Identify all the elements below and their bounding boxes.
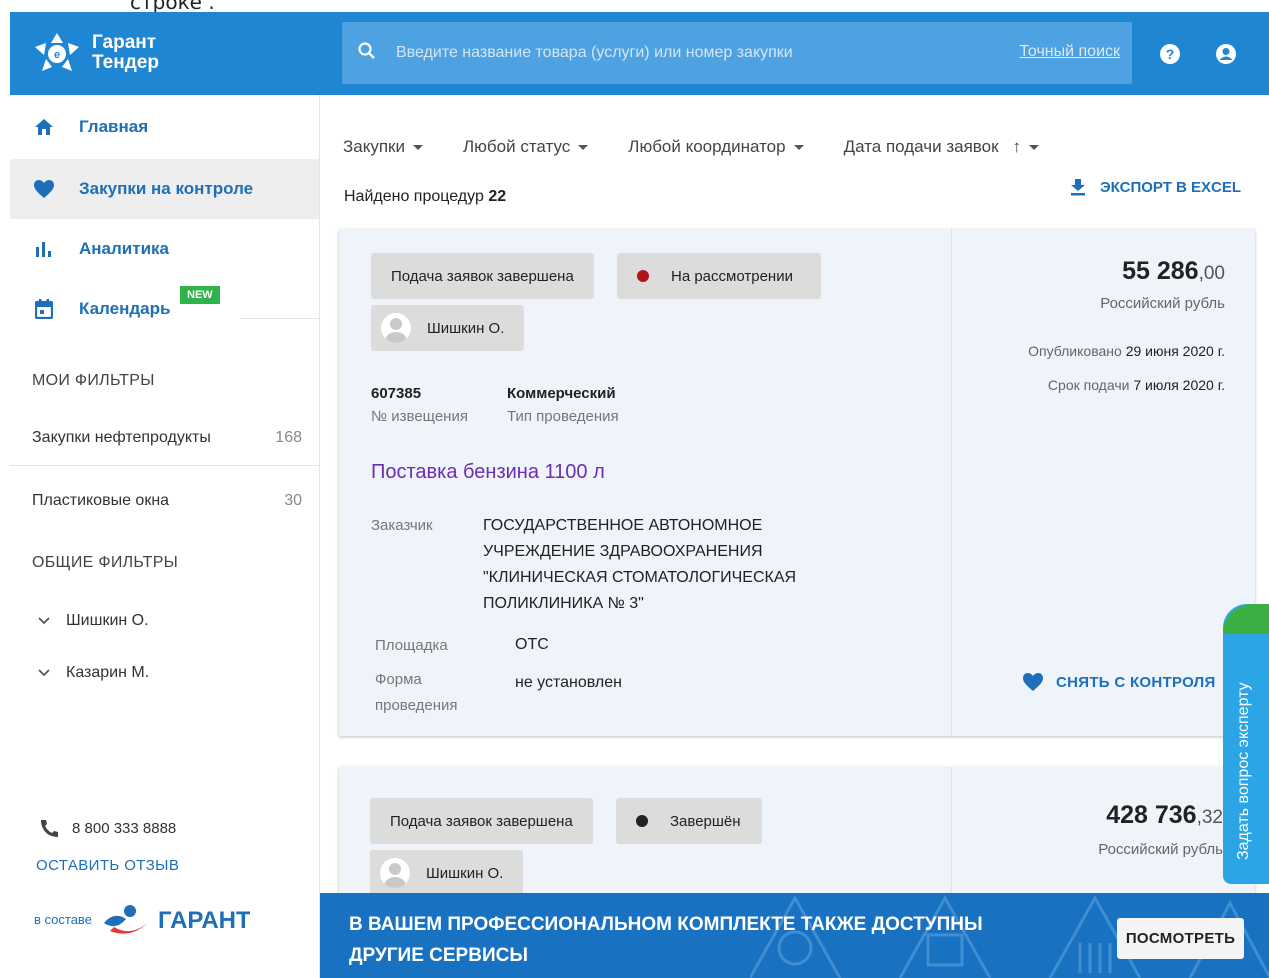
published-date: Опубликовано 29 июня 2020 г. (1028, 343, 1225, 359)
deadline-date: Срок подачи 7 июля 2020 г. (1047, 377, 1225, 393)
svg-text:e: e (54, 49, 60, 61)
filter-item[interactable]: Пластиковые окна 30 (32, 492, 302, 510)
sidebar: Главная Закупки на контроле Аналитика Ка… (10, 95, 320, 978)
filter-count: 168 (275, 429, 302, 446)
person-name: Шишкин О. (66, 612, 149, 629)
common-filter-person[interactable]: Казарин М. (38, 664, 149, 682)
status-dot-icon (637, 270, 649, 282)
form-label: Форма проведения (375, 671, 458, 714)
chevron-down-icon (38, 664, 50, 682)
garant-brand[interactable]: в составе ГАРАНТ (34, 901, 250, 937)
caret-down-icon (578, 144, 589, 150)
card-summary: 55 286,00 Российский рубль Опубликовано … (951, 229, 1255, 736)
filter-count: 30 (284, 492, 302, 509)
status-chip: Подача заявок завершена (370, 798, 593, 844)
ask-expert-tab[interactable]: Задать вопрос эксперту (1223, 604, 1269, 884)
top-header: e Гарант Тендер Точный поиск ? (10, 12, 1269, 95)
logo-mark-icon: e (32, 31, 82, 75)
chevron-down-icon (38, 612, 50, 630)
new-badge: NEW (180, 286, 220, 304)
state-chip: На рассмотрении (617, 253, 821, 299)
common-filters-title: ОБЩИЕ ФИЛЬТРЫ (32, 554, 179, 571)
notice-number: 607385 № извещения (371, 385, 468, 425)
analytics-icon (32, 237, 56, 261)
platform-label: Площадка (375, 637, 448, 654)
common-filter-person[interactable]: Шишкин О. (38, 612, 149, 630)
search-bar: Точный поиск (342, 22, 1132, 84)
account-icon[interactable] (1215, 43, 1237, 70)
currency: Российский рубль (1100, 295, 1225, 312)
procurement-title-link[interactable]: Поставка бензина 1100 л (371, 461, 605, 484)
support-phone: 8 800 333 8888 (38, 818, 176, 838)
divider (240, 318, 320, 319)
garant-logo-icon: ГАРАНТ (103, 905, 250, 934)
view-services-button[interactable]: ПОСМОТРЕТЬ (1117, 918, 1244, 959)
divider (10, 465, 320, 466)
garant-name: ГАРАНТ (158, 907, 250, 934)
sidebar-item-calendar[interactable]: Календарь NEW (10, 279, 319, 339)
garant-prefix: в составе (34, 911, 92, 927)
form-value: не установлен (515, 674, 622, 691)
customer-name: ГОСУДАРСТВЕННОЕ АВТОНОМНОЕ УЧРЕЖДЕНИЕ ЗД… (483, 517, 797, 612)
caret-down-icon (413, 144, 423, 150)
customer-label: Заказчик (371, 517, 433, 534)
export-excel-button[interactable]: ЭКСПОРТ В EXCEL (1070, 178, 1241, 196)
sidebar-item-watchlist[interactable]: Закупки на контроле (10, 159, 319, 219)
procurement-card[interactable]: Подача заявок завершена На рассмотрении … (339, 229, 1255, 736)
filter-item[interactable]: Закупки нефтепродукты 168 (32, 429, 302, 447)
assignee-chip[interactable]: Шишкин О. (370, 850, 524, 896)
leave-feedback-link[interactable]: ОСТАВИТЬ ОТЗЫВ (36, 857, 179, 874)
filter-purchases-dropdown[interactable]: Закупки (343, 137, 423, 157)
price: 428 736,32 (1106, 801, 1223, 829)
home-icon (32, 115, 56, 139)
heart-icon (32, 177, 56, 201)
heart-icon (1023, 673, 1043, 691)
search-icon[interactable] (358, 42, 376, 65)
filter-label: Пластиковые окна (32, 492, 170, 509)
caret-down-icon (793, 144, 804, 150)
caret-down-icon (1029, 144, 1040, 150)
status-dot-icon (636, 815, 648, 827)
sidebar-item-label: Главная (79, 117, 149, 136)
remove-from-watch-button[interactable]: СНЯТЬ С КОНТРОЛЯ (1022, 672, 1216, 692)
assignee-chip[interactable]: Шишкин О. (371, 305, 525, 351)
sidebar-item-analytics[interactable]: Аналитика (10, 219, 319, 279)
avatar (380, 858, 410, 888)
ask-expert-label: Задать вопрос эксперту (1235, 682, 1252, 860)
avatar (381, 313, 411, 343)
platform-value: OTC (515, 636, 549, 653)
filter-coordinator-dropdown[interactable]: Любой координатор (628, 137, 804, 157)
sidebar-item-label: Аналитика (79, 239, 169, 258)
state-chip: Завершён (616, 798, 762, 844)
exact-search-link[interactable]: Точный поиск (1019, 43, 1120, 61)
arrow-up-icon: ↑ (1012, 137, 1022, 156)
search-input[interactable] (396, 36, 976, 70)
download-icon (1071, 179, 1085, 196)
status-chip: Подача заявок завершена (371, 253, 594, 299)
sidebar-item-label: Календарь (79, 299, 171, 318)
phone-icon (41, 820, 58, 837)
results-count: Найдено процедур 22 (344, 188, 507, 205)
calendar-icon (32, 297, 56, 321)
filters-bar: Закупки Любой статус Любой координатор Д… (343, 137, 1079, 157)
price: 55 286,00 (1122, 257, 1225, 285)
sort-date-dropdown[interactable]: Дата подачи заявок ↑ (844, 137, 1040, 157)
services-banner: В ВАШЕМ ПРОФЕССИОНАЛЬНОМ КОМПЛЕКТЕ ТАКЖЕ… (320, 893, 1269, 978)
svg-text:?: ? (1166, 46, 1175, 62)
my-filters-title: МОИ ФИЛЬТРЫ (32, 372, 155, 389)
sidebar-item-label: Закупки на контроле (79, 179, 254, 198)
banner-message: В ВАШЕМ ПРОФЕССИОНАЛЬНОМ КОМПЛЕКТЕ ТАКЖЕ… (349, 914, 983, 966)
sidebar-item-home[interactable]: Главная (10, 95, 319, 159)
help-icon[interactable]: ? (1159, 43, 1181, 70)
person-name: Казарин М. (66, 664, 150, 681)
procurement-type: Коммерческий Тип проведения (507, 385, 619, 425)
garant-tender-logo[interactable]: e Гарант Тендер (32, 24, 192, 82)
filter-label: Закупки нефтепродукты (32, 429, 211, 446)
filter-status-dropdown[interactable]: Любой статус (463, 137, 589, 157)
logo-text: Гарант Тендер (92, 32, 159, 73)
currency: Российский рубль (1098, 841, 1223, 858)
